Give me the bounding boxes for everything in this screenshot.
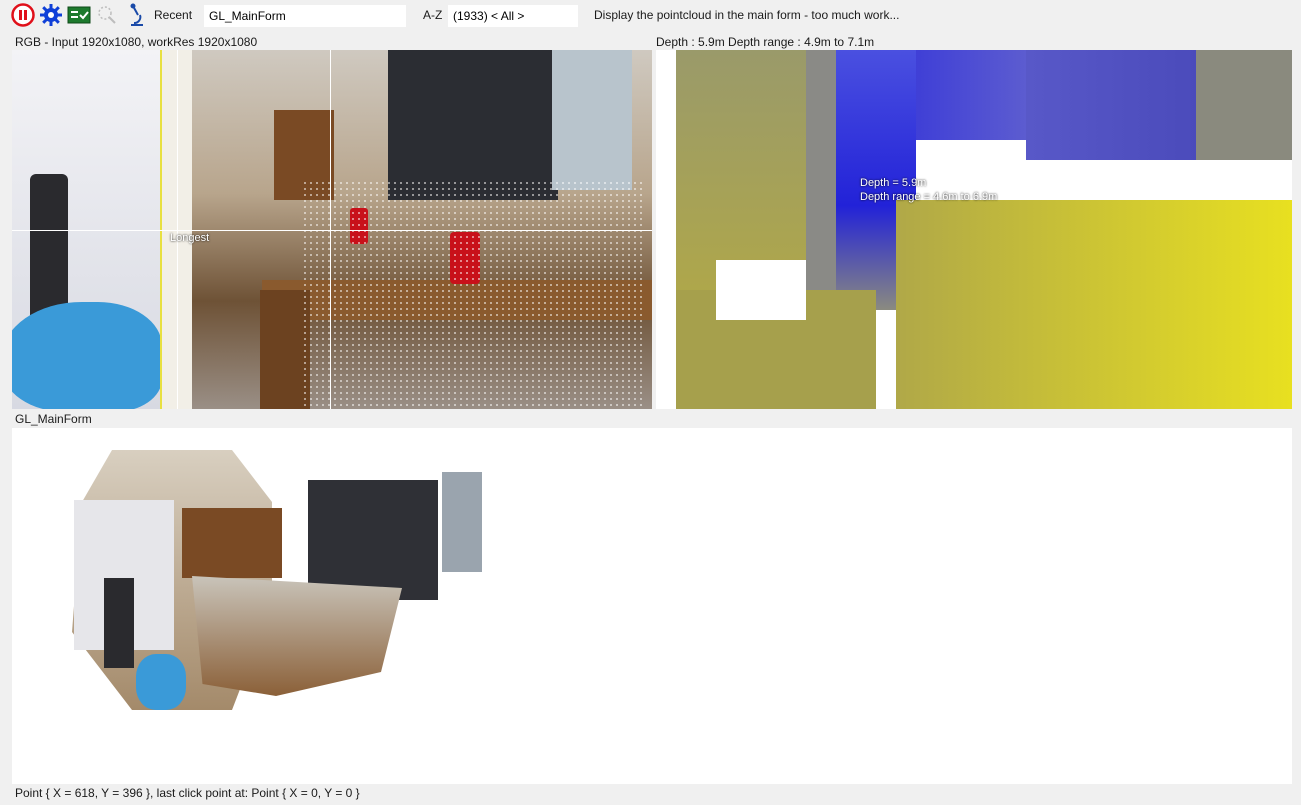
pointcloud-region	[136, 654, 186, 710]
depth-region	[1196, 50, 1292, 160]
status-bar-text: Point { X = 618, Y = 396 }, last click p…	[15, 786, 360, 800]
toolbar: Recent GL_MainForm A-Z (1933) < All > Di…	[0, 0, 1301, 32]
gl-panel-label: GL_MainForm	[15, 412, 92, 426]
microscope-icon[interactable]	[123, 3, 147, 26]
rgb-scene-tube	[12, 302, 162, 409]
algorithm-filter-select[interactable]: (1933) < All >	[448, 5, 578, 27]
depth-region	[716, 260, 806, 320]
algorithm-description: Display the pointcloud in the main form …	[594, 8, 900, 22]
pointcloud-region	[308, 480, 438, 600]
form-select-value: GL_MainForm	[209, 9, 286, 23]
form-select[interactable]: GL_MainForm	[204, 5, 406, 27]
depth-overlay-range: Depth range = 4.6m to 6.9m	[860, 191, 998, 203]
rgb-longest-label: Longest	[170, 232, 210, 244]
magnifier-icon[interactable]	[95, 4, 119, 26]
rgb-panel-label: RGB - Input 1920x1080, workRes 1920x1080	[15, 35, 258, 49]
rgb-scene-window	[552, 50, 632, 190]
depth-image-view[interactable]: Depth = 5.9m Depth range = 4.6m to 6.9m	[656, 50, 1292, 409]
pointcloud-region	[104, 578, 134, 668]
rgb-image-view[interactable]: Longest	[12, 50, 652, 409]
recent-label[interactable]: Recent	[154, 8, 192, 22]
pointcloud-region	[442, 472, 482, 572]
depth-overlay-text: Depth = 5.9m Depth range = 4.6m to 6.9m	[860, 176, 997, 204]
pause-icon[interactable]	[11, 3, 35, 27]
sort-az-button[interactable]: A-Z	[423, 8, 442, 22]
rgb-depth-noise-overlay	[302, 180, 642, 409]
depth-region	[896, 200, 1292, 409]
depth-overlay-depth: Depth = 5.9m	[860, 177, 927, 189]
gear-icon[interactable]	[39, 4, 63, 26]
pointcloud-region	[182, 508, 282, 578]
checklist-icon[interactable]	[67, 4, 91, 26]
algorithm-filter-value: (1933) < All >	[453, 9, 525, 23]
gl-pointcloud-view[interactable]	[12, 428, 1292, 784]
rgb-scene-monitor	[388, 50, 558, 200]
depth-panel-label: Depth : 5.9m Depth range : 4.9m to 7.1m	[656, 35, 875, 49]
pointcloud-region	[192, 576, 402, 696]
rgb-grid-line-horizontal	[12, 230, 652, 231]
